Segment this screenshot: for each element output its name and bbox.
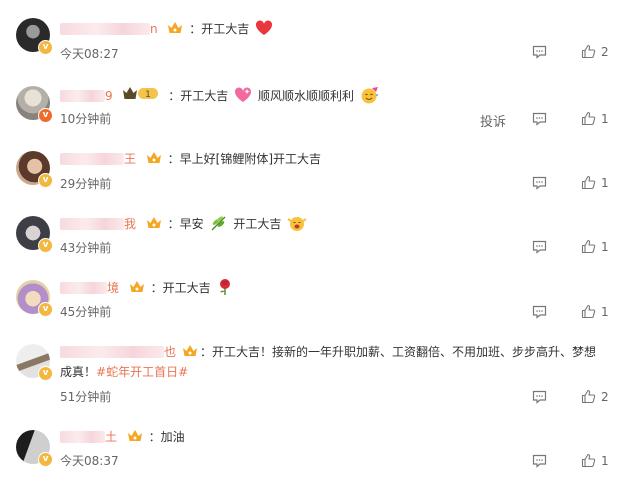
reply-button[interactable] <box>532 390 547 404</box>
blurred-name <box>60 22 150 35</box>
username[interactable]: 我 <box>60 215 136 233</box>
avatar[interactable]: v <box>16 151 53 188</box>
reply-button[interactable] <box>532 45 547 59</box>
crown-icon <box>127 429 143 443</box>
comment-text: ：开工大吉 <box>168 89 229 103</box>
verified-badge-icon: v <box>38 238 53 253</box>
like-button[interactable]: 1 <box>581 111 609 126</box>
like-button[interactable]: 2 <box>581 389 609 404</box>
crown-icon <box>167 21 183 35</box>
blurred-name <box>60 281 107 294</box>
like-count: 1 <box>601 304 609 319</box>
thumbs-up-icon <box>581 44 596 59</box>
cheering-face-emoji-icon <box>287 217 307 231</box>
crown-icon <box>182 344 198 358</box>
thumbs-up-icon <box>581 389 596 404</box>
vip-level-badge: 1 <box>122 85 160 106</box>
verified-badge-icon: v <box>38 302 53 317</box>
username[interactable]: 王 <box>60 150 136 168</box>
like-count: 1 <box>601 111 609 126</box>
blurred-name <box>60 430 105 443</box>
username[interactable]: 9 <box>60 87 113 105</box>
username[interactable]: 土 <box>60 428 117 446</box>
comment-icon <box>532 305 547 319</box>
verified-badge-icon: v <box>38 173 53 188</box>
reply-button[interactable] <box>532 112 547 126</box>
verified-badge-icon: v <box>38 40 53 55</box>
crown-icon <box>129 280 145 294</box>
like-count: 2 <box>601 44 609 59</box>
crown-icon <box>146 216 162 230</box>
crown-icon <box>146 151 162 165</box>
like-count: 1 <box>601 175 609 190</box>
party-face-emoji-icon <box>361 87 378 104</box>
timestamp: 29分钟前 <box>60 177 112 191</box>
avatar[interactable]: v <box>16 18 53 55</box>
avatar[interactable]: v <box>16 280 53 317</box>
comment-icon <box>532 45 547 59</box>
comment-icon <box>532 454 547 468</box>
username[interactable]: n <box>60 20 158 38</box>
verified-badge-icon: v <box>38 108 53 123</box>
like-button[interactable]: 1 <box>581 304 609 319</box>
comment-text-2: 顺风顺水顺顺利利 <box>257 89 354 103</box>
svg-text:1: 1 <box>146 90 152 100</box>
timestamp: 今天08:37 <box>60 454 119 468</box>
thumbs-up-icon <box>581 239 596 254</box>
comment-icon <box>532 112 547 126</box>
like-count: 1 <box>601 453 609 468</box>
verified-badge-icon: v <box>38 366 53 381</box>
thumbs-up-icon <box>581 175 596 190</box>
blurred-name <box>60 152 124 165</box>
blurred-name <box>60 345 164 358</box>
blurred-name <box>60 89 105 102</box>
verified-badge-icon: v <box>38 452 53 467</box>
heart-emoji-icon <box>256 20 273 35</box>
hashtag-link[interactable]: #蛇年开工首日# <box>96 365 188 379</box>
avatar[interactable]: v <box>16 216 53 253</box>
timestamp: 43分钟前 <box>60 241 112 255</box>
like-button[interactable]: 2 <box>581 44 609 59</box>
comment-icon <box>532 176 547 190</box>
thumbs-up-icon <box>581 453 596 468</box>
thumbs-up-icon <box>581 111 596 126</box>
like-count: 1 <box>601 239 609 254</box>
comment-text: ：开工大吉 <box>150 281 211 295</box>
comment-text-2: 开工大吉 <box>233 217 282 231</box>
rose-emoji-icon <box>219 279 230 295</box>
avatar[interactable]: v <box>16 430 53 467</box>
like-button[interactable]: 1 <box>581 453 609 468</box>
comment-text: ：开工大吉 <box>189 22 250 36</box>
leaf-emoji-icon <box>211 216 225 231</box>
comment-text: ：早上好[锦鲤附体]开工大吉 <box>167 152 322 166</box>
username[interactable]: 也 <box>60 342 176 362</box>
avatar[interactable]: v <box>16 344 53 381</box>
blurred-name <box>60 217 124 230</box>
like-count: 2 <box>601 389 609 404</box>
avatar[interactable]: v <box>16 86 53 123</box>
username[interactable]: 境 <box>60 279 119 297</box>
reply-button[interactable] <box>532 240 547 254</box>
reply-button[interactable] <box>532 454 547 468</box>
reply-button[interactable] <box>532 176 547 190</box>
comment-text: ：加油 <box>148 430 185 444</box>
timestamp: 51分钟前 <box>60 390 112 404</box>
comment-icon <box>532 240 547 254</box>
like-button[interactable]: 1 <box>581 239 609 254</box>
comment-text: ：早安 <box>167 217 204 231</box>
reply-button[interactable] <box>532 305 547 319</box>
timestamp: 10分钟前 <box>60 112 112 126</box>
comment-icon <box>532 390 547 404</box>
thumbs-up-icon <box>581 304 596 319</box>
like-button[interactable]: 1 <box>581 175 609 190</box>
heart-emoji-icon <box>235 87 252 102</box>
report-button[interactable]: 投诉 <box>480 111 506 130</box>
timestamp: 45分钟前 <box>60 305 112 319</box>
timestamp: 今天08:27 <box>60 47 119 61</box>
